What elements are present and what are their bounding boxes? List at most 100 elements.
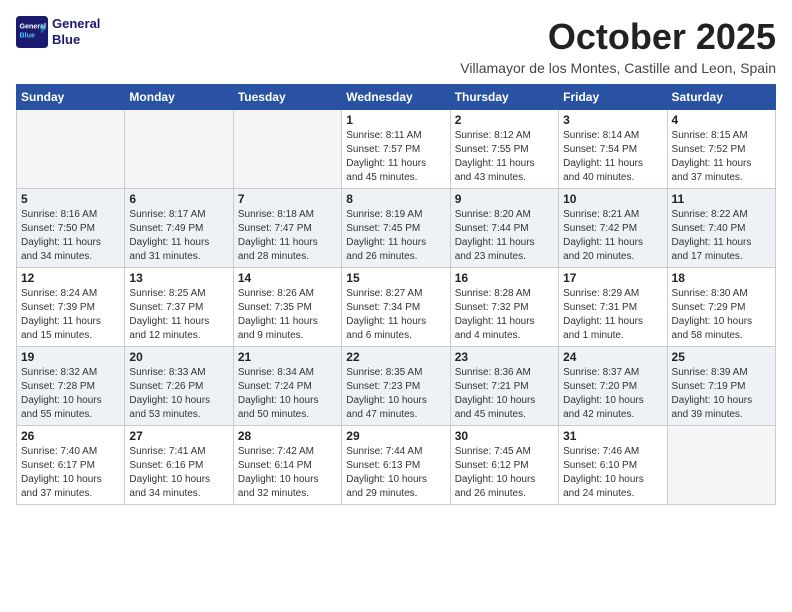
day-info: Sunrise: 8:11 AM Sunset: 7:57 PM Dayligh… (346, 129, 445, 185)
calendar-cell: 25 Sunrise: 8:39 AM Sunset: 7:19 PM Dayli… (667, 347, 775, 426)
day-info: Sunrise: 8:24 AM Sunset: 7:39 PM Dayligh… (21, 287, 120, 343)
weekday-header-saturday: Saturday (667, 85, 775, 110)
day-number: 31 (563, 429, 662, 443)
day-number: 23 (455, 350, 554, 364)
day-info: Sunrise: 7:41 AM Sunset: 6:16 PM Dayligh… (129, 445, 228, 501)
subtitle: Villamayor de los Montes, Castille and L… (460, 60, 776, 76)
day-number: 26 (21, 429, 120, 443)
day-info: Sunrise: 8:18 AM Sunset: 7:47 PM Dayligh… (238, 208, 337, 264)
calendar-cell: 18 Sunrise: 8:30 AM Sunset: 7:29 PM Dayli… (667, 268, 775, 347)
title-block: October 2025 Villamayor de los Montes, C… (460, 16, 776, 76)
day-info: Sunrise: 8:19 AM Sunset: 7:45 PM Dayligh… (346, 208, 445, 264)
calendar-cell: 5Sunrise: 8:16 AM Sunset: 7:50 PM Daylig… (17, 189, 125, 268)
day-number: 3 (563, 113, 662, 127)
day-number: 13 (129, 271, 228, 285)
day-number: 30 (455, 429, 554, 443)
day-number: 4 (672, 113, 771, 127)
calendar-cell: 22 Sunrise: 8:35 AM Sunset: 7:23 PM Dayli… (342, 347, 450, 426)
calendar-cell (667, 426, 775, 505)
calendar-cell (17, 110, 125, 189)
day-number: 20 (129, 350, 228, 364)
day-number: 17 (563, 271, 662, 285)
day-info: Sunrise: 8:21 AM Sunset: 7:42 PM Dayligh… (563, 208, 662, 264)
calendar-cell (125, 110, 233, 189)
calendar-cell: 23 Sunrise: 8:36 AM Sunset: 7:21 PM Dayli… (450, 347, 558, 426)
calendar-cell: 26 Sunrise: 7:40 AM Sunset: 6:17 PM Dayli… (17, 426, 125, 505)
weekday-header-row: SundayMondayTuesdayWednesdayThursdayFrid… (17, 85, 776, 110)
day-info: Sunrise: 7:44 AM Sunset: 6:13 PM Dayligh… (346, 445, 445, 501)
calendar-week-row: 26 Sunrise: 7:40 AM Sunset: 6:17 PM Dayli… (17, 426, 776, 505)
calendar-cell: 28 Sunrise: 7:42 AM Sunset: 6:14 PM Dayli… (233, 426, 341, 505)
day-number: 25 (672, 350, 771, 364)
day-info: Sunrise: 7:42 AM Sunset: 6:14 PM Dayligh… (238, 445, 337, 501)
calendar-cell: 16 Sunrise: 8:28 AM Sunset: 7:32 PM Dayli… (450, 268, 558, 347)
day-number: 18 (672, 271, 771, 285)
day-number: 16 (455, 271, 554, 285)
calendar-cell: 20 Sunrise: 8:33 AM Sunset: 7:26 PM Dayli… (125, 347, 233, 426)
day-number: 7 (238, 192, 337, 206)
calendar-cell: 21 Sunrise: 8:34 AM Sunset: 7:24 PM Dayli… (233, 347, 341, 426)
day-number: 28 (238, 429, 337, 443)
calendar-cell: 24 Sunrise: 8:37 AM Sunset: 7:20 PM Dayli… (559, 347, 667, 426)
day-info: Sunrise: 8:28 AM Sunset: 7:32 PM Dayligh… (455, 287, 554, 343)
day-number: 24 (563, 350, 662, 364)
calendar-cell: 3 Sunrise: 8:14 AM Sunset: 7:54 PM Daylig… (559, 110, 667, 189)
calendar-cell: 2Sunrise: 8:12 AM Sunset: 7:55 PM Daylig… (450, 110, 558, 189)
day-number: 19 (21, 350, 120, 364)
day-number: 14 (238, 271, 337, 285)
weekday-header-sunday: Sunday (17, 85, 125, 110)
day-info: Sunrise: 8:15 AM Sunset: 7:52 PM Dayligh… (672, 129, 771, 185)
calendar-cell: 9 Sunrise: 8:20 AM Sunset: 7:44 PM Daylig… (450, 189, 558, 268)
calendar-cell: 13Sunrise: 8:25 AM Sunset: 7:37 PM Dayli… (125, 268, 233, 347)
day-number: 10 (563, 192, 662, 206)
day-info: Sunrise: 8:14 AM Sunset: 7:54 PM Dayligh… (563, 129, 662, 185)
day-number: 22 (346, 350, 445, 364)
weekday-header-thursday: Thursday (450, 85, 558, 110)
calendar-cell: 29 Sunrise: 7:44 AM Sunset: 6:13 PM Dayli… (342, 426, 450, 505)
calendar-cell: 15Sunrise: 8:27 AM Sunset: 7:34 PM Dayli… (342, 268, 450, 347)
day-info: Sunrise: 8:37 AM Sunset: 7:20 PM Dayligh… (563, 366, 662, 422)
day-info: Sunrise: 8:29 AM Sunset: 7:31 PM Dayligh… (563, 287, 662, 343)
calendar-week-row: 19 Sunrise: 8:32 AM Sunset: 7:28 PM Dayli… (17, 347, 776, 426)
calendar-cell (233, 110, 341, 189)
day-number: 15 (346, 271, 445, 285)
calendar-cell: 17 Sunrise: 8:29 AM Sunset: 7:31 PM Dayli… (559, 268, 667, 347)
day-info: Sunrise: 8:30 AM Sunset: 7:29 PM Dayligh… (672, 287, 771, 343)
day-info: Sunrise: 8:39 AM Sunset: 7:19 PM Dayligh… (672, 366, 771, 422)
calendar-cell: 4 Sunrise: 8:15 AM Sunset: 7:52 PM Daylig… (667, 110, 775, 189)
svg-text:Blue: Blue (20, 31, 35, 39)
day-number: 21 (238, 350, 337, 364)
day-number: 12 (21, 271, 120, 285)
day-info: Sunrise: 8:12 AM Sunset: 7:55 PM Dayligh… (455, 129, 554, 185)
calendar-cell: 6 Sunrise: 8:17 AM Sunset: 7:49 PM Daylig… (125, 189, 233, 268)
calendar-cell: 10 Sunrise: 8:21 AM Sunset: 7:42 PM Dayli… (559, 189, 667, 268)
day-number: 29 (346, 429, 445, 443)
day-info: Sunrise: 8:35 AM Sunset: 7:23 PM Dayligh… (346, 366, 445, 422)
day-info: Sunrise: 8:16 AM Sunset: 7:50 PM Dayligh… (21, 208, 120, 264)
weekday-header-wednesday: Wednesday (342, 85, 450, 110)
calendar-week-row: 12 Sunrise: 8:24 AM Sunset: 7:39 PM Dayli… (17, 268, 776, 347)
logo: General Blue General Blue (16, 16, 100, 48)
calendar-cell: 14 Sunrise: 8:26 AM Sunset: 7:35 PM Dayli… (233, 268, 341, 347)
calendar-week-row: 1Sunrise: 8:11 AM Sunset: 7:57 PM Daylig… (17, 110, 776, 189)
day-info: Sunrise: 8:34 AM Sunset: 7:24 PM Dayligh… (238, 366, 337, 422)
weekday-header-monday: Monday (125, 85, 233, 110)
calendar-cell: 11Sunrise: 8:22 AM Sunset: 7:40 PM Dayli… (667, 189, 775, 268)
day-number: 9 (455, 192, 554, 206)
day-info: Sunrise: 7:45 AM Sunset: 6:12 PM Dayligh… (455, 445, 554, 501)
day-info: Sunrise: 7:46 AM Sunset: 6:10 PM Dayligh… (563, 445, 662, 501)
day-info: Sunrise: 8:33 AM Sunset: 7:26 PM Dayligh… (129, 366, 228, 422)
day-number: 6 (129, 192, 228, 206)
calendar-cell: 27Sunrise: 7:41 AM Sunset: 6:16 PM Dayli… (125, 426, 233, 505)
weekday-header-tuesday: Tuesday (233, 85, 341, 110)
day-number: 11 (672, 192, 771, 206)
day-number: 8 (346, 192, 445, 206)
calendar-cell: 31 Sunrise: 7:46 AM Sunset: 6:10 PM Dayli… (559, 426, 667, 505)
day-info: Sunrise: 8:20 AM Sunset: 7:44 PM Dayligh… (455, 208, 554, 264)
day-info: Sunrise: 8:32 AM Sunset: 7:28 PM Dayligh… (21, 366, 120, 422)
day-info: Sunrise: 8:36 AM Sunset: 7:21 PM Dayligh… (455, 366, 554, 422)
day-info: Sunrise: 7:40 AM Sunset: 6:17 PM Dayligh… (21, 445, 120, 501)
calendar-week-row: 5Sunrise: 8:16 AM Sunset: 7:50 PM Daylig… (17, 189, 776, 268)
day-info: Sunrise: 8:17 AM Sunset: 7:49 PM Dayligh… (129, 208, 228, 264)
day-info: Sunrise: 8:26 AM Sunset: 7:35 PM Dayligh… (238, 287, 337, 343)
